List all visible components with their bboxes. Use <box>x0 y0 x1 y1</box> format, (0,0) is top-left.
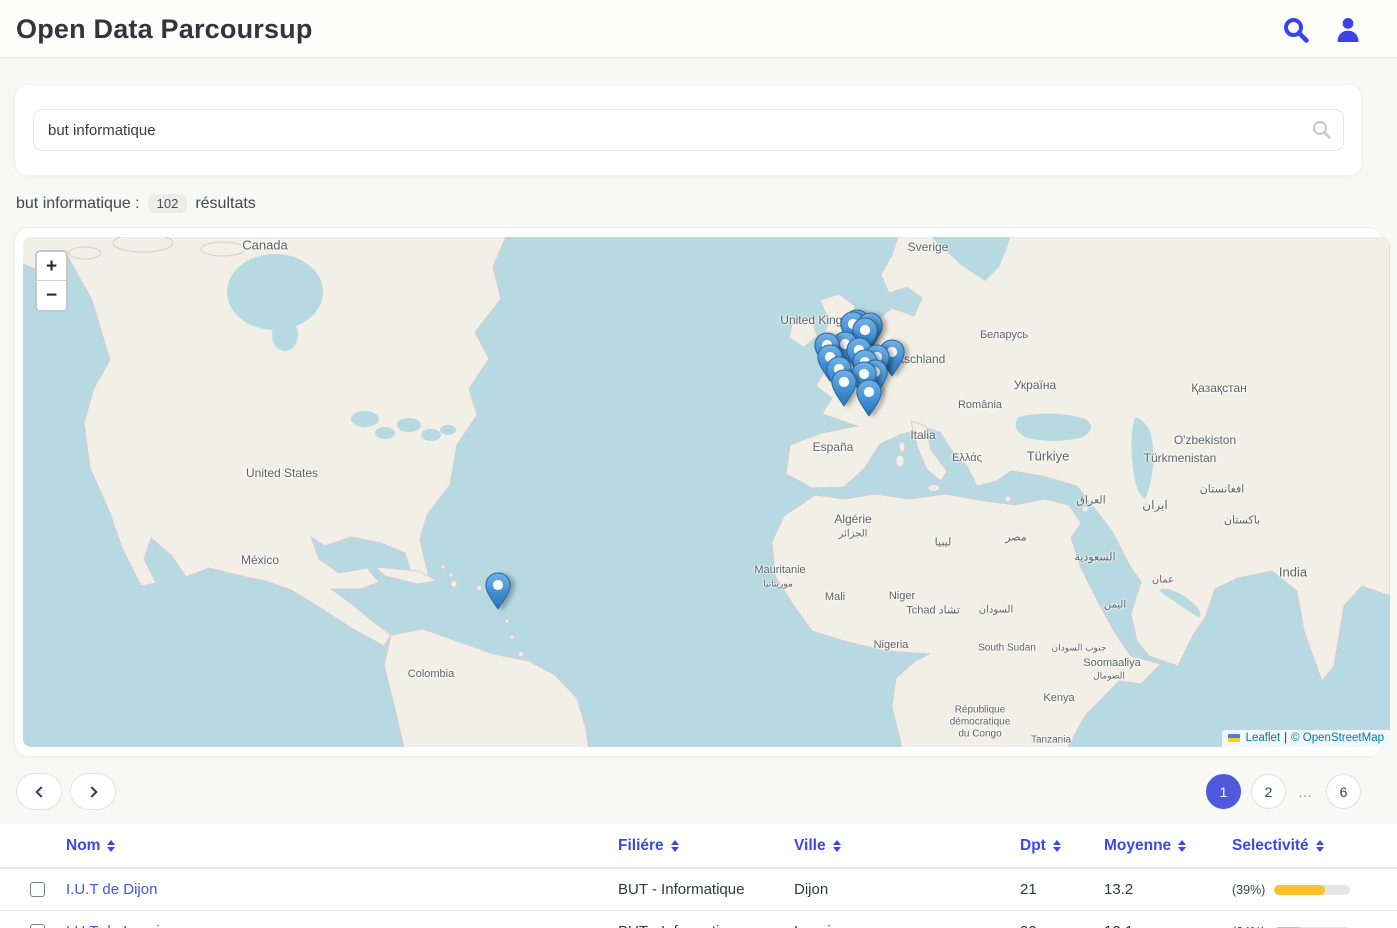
map-marker-pin[interactable] <box>856 379 882 417</box>
column-label: Selectivité <box>1232 837 1309 855</box>
map-marker-pin[interactable] <box>831 369 857 407</box>
column-header-selectivité[interactable]: Selectivité <box>1232 837 1397 855</box>
sort-icon[interactable] <box>671 840 679 852</box>
sort-icon[interactable] <box>1178 840 1186 852</box>
row-selectivite: (39%) <box>1232 883 1397 897</box>
results-suffix: résultats <box>195 195 255 213</box>
table-row: I.U.T de LannionBUT - InformatiqueLannio… <box>0 910 1397 928</box>
results-table: Nom Filiére Ville Dpt Moyenne Selectivité I.U… <box>0 824 1397 928</box>
column-header-filiére[interactable]: Filiére <box>618 837 794 855</box>
page-title: Open Data Parcoursup <box>16 14 313 45</box>
leaflet-link[interactable]: Leaflet <box>1246 732 1281 744</box>
page-number-button[interactable]: 1 <box>1206 774 1241 809</box>
column-header-dpt[interactable]: Dpt <box>1020 837 1104 855</box>
column-label: Ville <box>794 837 826 855</box>
row-filiere: BUT - Informatique <box>618 881 794 898</box>
search-input[interactable] <box>33 109 1344 151</box>
page-number-button[interactable]: 6 <box>1326 774 1361 809</box>
row-moyenne: 13.2 <box>1104 881 1232 898</box>
table-header-row: Nom Filiére Ville Dpt Moyenne Selectivité <box>0 824 1397 868</box>
page-number-button[interactable]: 2 <box>1251 774 1286 809</box>
pagination-ellipsis: … <box>1296 784 1316 800</box>
prev-page-button[interactable] <box>16 773 62 810</box>
sort-icon[interactable] <box>1053 840 1061 852</box>
map-zoom-control: + − <box>35 250 68 312</box>
pagination: 12 … 6 <box>16 773 1361 810</box>
selectivite-percent-label: (39%) <box>1232 883 1265 897</box>
search-input-icon[interactable] <box>1311 119 1332 140</box>
row-filiere: BUT - Informatique <box>618 923 794 928</box>
results-query: but informatique : <box>16 195 140 213</box>
app-header: Open Data Parcoursup <box>0 0 1397 58</box>
row-ville: Lannion <box>794 923 1020 928</box>
results-count-badge: 102 <box>148 194 188 213</box>
row-dpt: 22 <box>1020 923 1104 928</box>
map-card: CanadaSverigeUnited KingdomБеларусьDeuts… <box>14 227 1383 757</box>
page-number-list: 12 … 6 <box>1206 774 1361 809</box>
row-checkbox[interactable] <box>30 882 45 897</box>
column-label: Nom <box>66 837 100 855</box>
user-icon[interactable] <box>1333 15 1363 45</box>
row-checkbox[interactable] <box>30 924 45 928</box>
search-card <box>14 84 1363 176</box>
column-header-nom[interactable]: Nom <box>66 837 618 855</box>
column-header-moyenne[interactable]: Moyenne <box>1104 837 1232 855</box>
row-moyenne: 13.1 <box>1104 923 1232 928</box>
row-selectivite: (64%) <box>1232 925 1397 928</box>
attribution-separator: | <box>1284 732 1287 744</box>
sort-icon[interactable] <box>833 840 841 852</box>
row-dpt: 21 <box>1020 881 1104 898</box>
search-icon[interactable] <box>1281 15 1311 45</box>
zoom-in-button[interactable]: + <box>37 252 66 281</box>
column-label: Moyenne <box>1104 837 1171 855</box>
column-label: Dpt <box>1020 837 1046 855</box>
world-map-tiles <box>23 237 1390 747</box>
column-header-ville[interactable]: Ville <box>794 837 1020 855</box>
table-body: I.U.T de DijonBUT - InformatiqueDijon211… <box>0 868 1397 928</box>
zoom-out-button[interactable]: − <box>37 281 66 310</box>
sort-icon[interactable] <box>107 840 115 852</box>
results-summary: but informatique : 102 résultats <box>16 194 1381 213</box>
map-attribution: Leaflet | © OpenStreetMap <box>1222 730 1390 747</box>
column-label: Filiére <box>618 837 664 855</box>
row-ville: Dijon <box>794 881 1020 898</box>
ukraine-flag-icon <box>1228 734 1240 742</box>
leaflet-map[interactable]: CanadaSverigeUnited KingdomБеларусьDeuts… <box>23 237 1390 747</box>
row-nom-link[interactable]: I.U.T de Dijon <box>66 881 618 898</box>
chevron-left-icon <box>35 786 46 797</box>
selectivite-percent-label: (64%) <box>1232 925 1265 928</box>
selectivite-bar-fill <box>1274 885 1324 895</box>
next-page-button[interactable] <box>70 773 116 810</box>
table-row: I.U.T de DijonBUT - InformatiqueDijon211… <box>0 868 1397 910</box>
map-marker-pin[interactable] <box>485 572 511 610</box>
chevron-right-icon <box>86 786 97 797</box>
openstreetmap-link[interactable]: © OpenStreetMap <box>1291 732 1384 744</box>
sort-icon[interactable] <box>1316 840 1324 852</box>
selectivite-bar-track <box>1274 885 1350 895</box>
row-nom-link[interactable]: I.U.T de Lannion <box>66 923 618 928</box>
